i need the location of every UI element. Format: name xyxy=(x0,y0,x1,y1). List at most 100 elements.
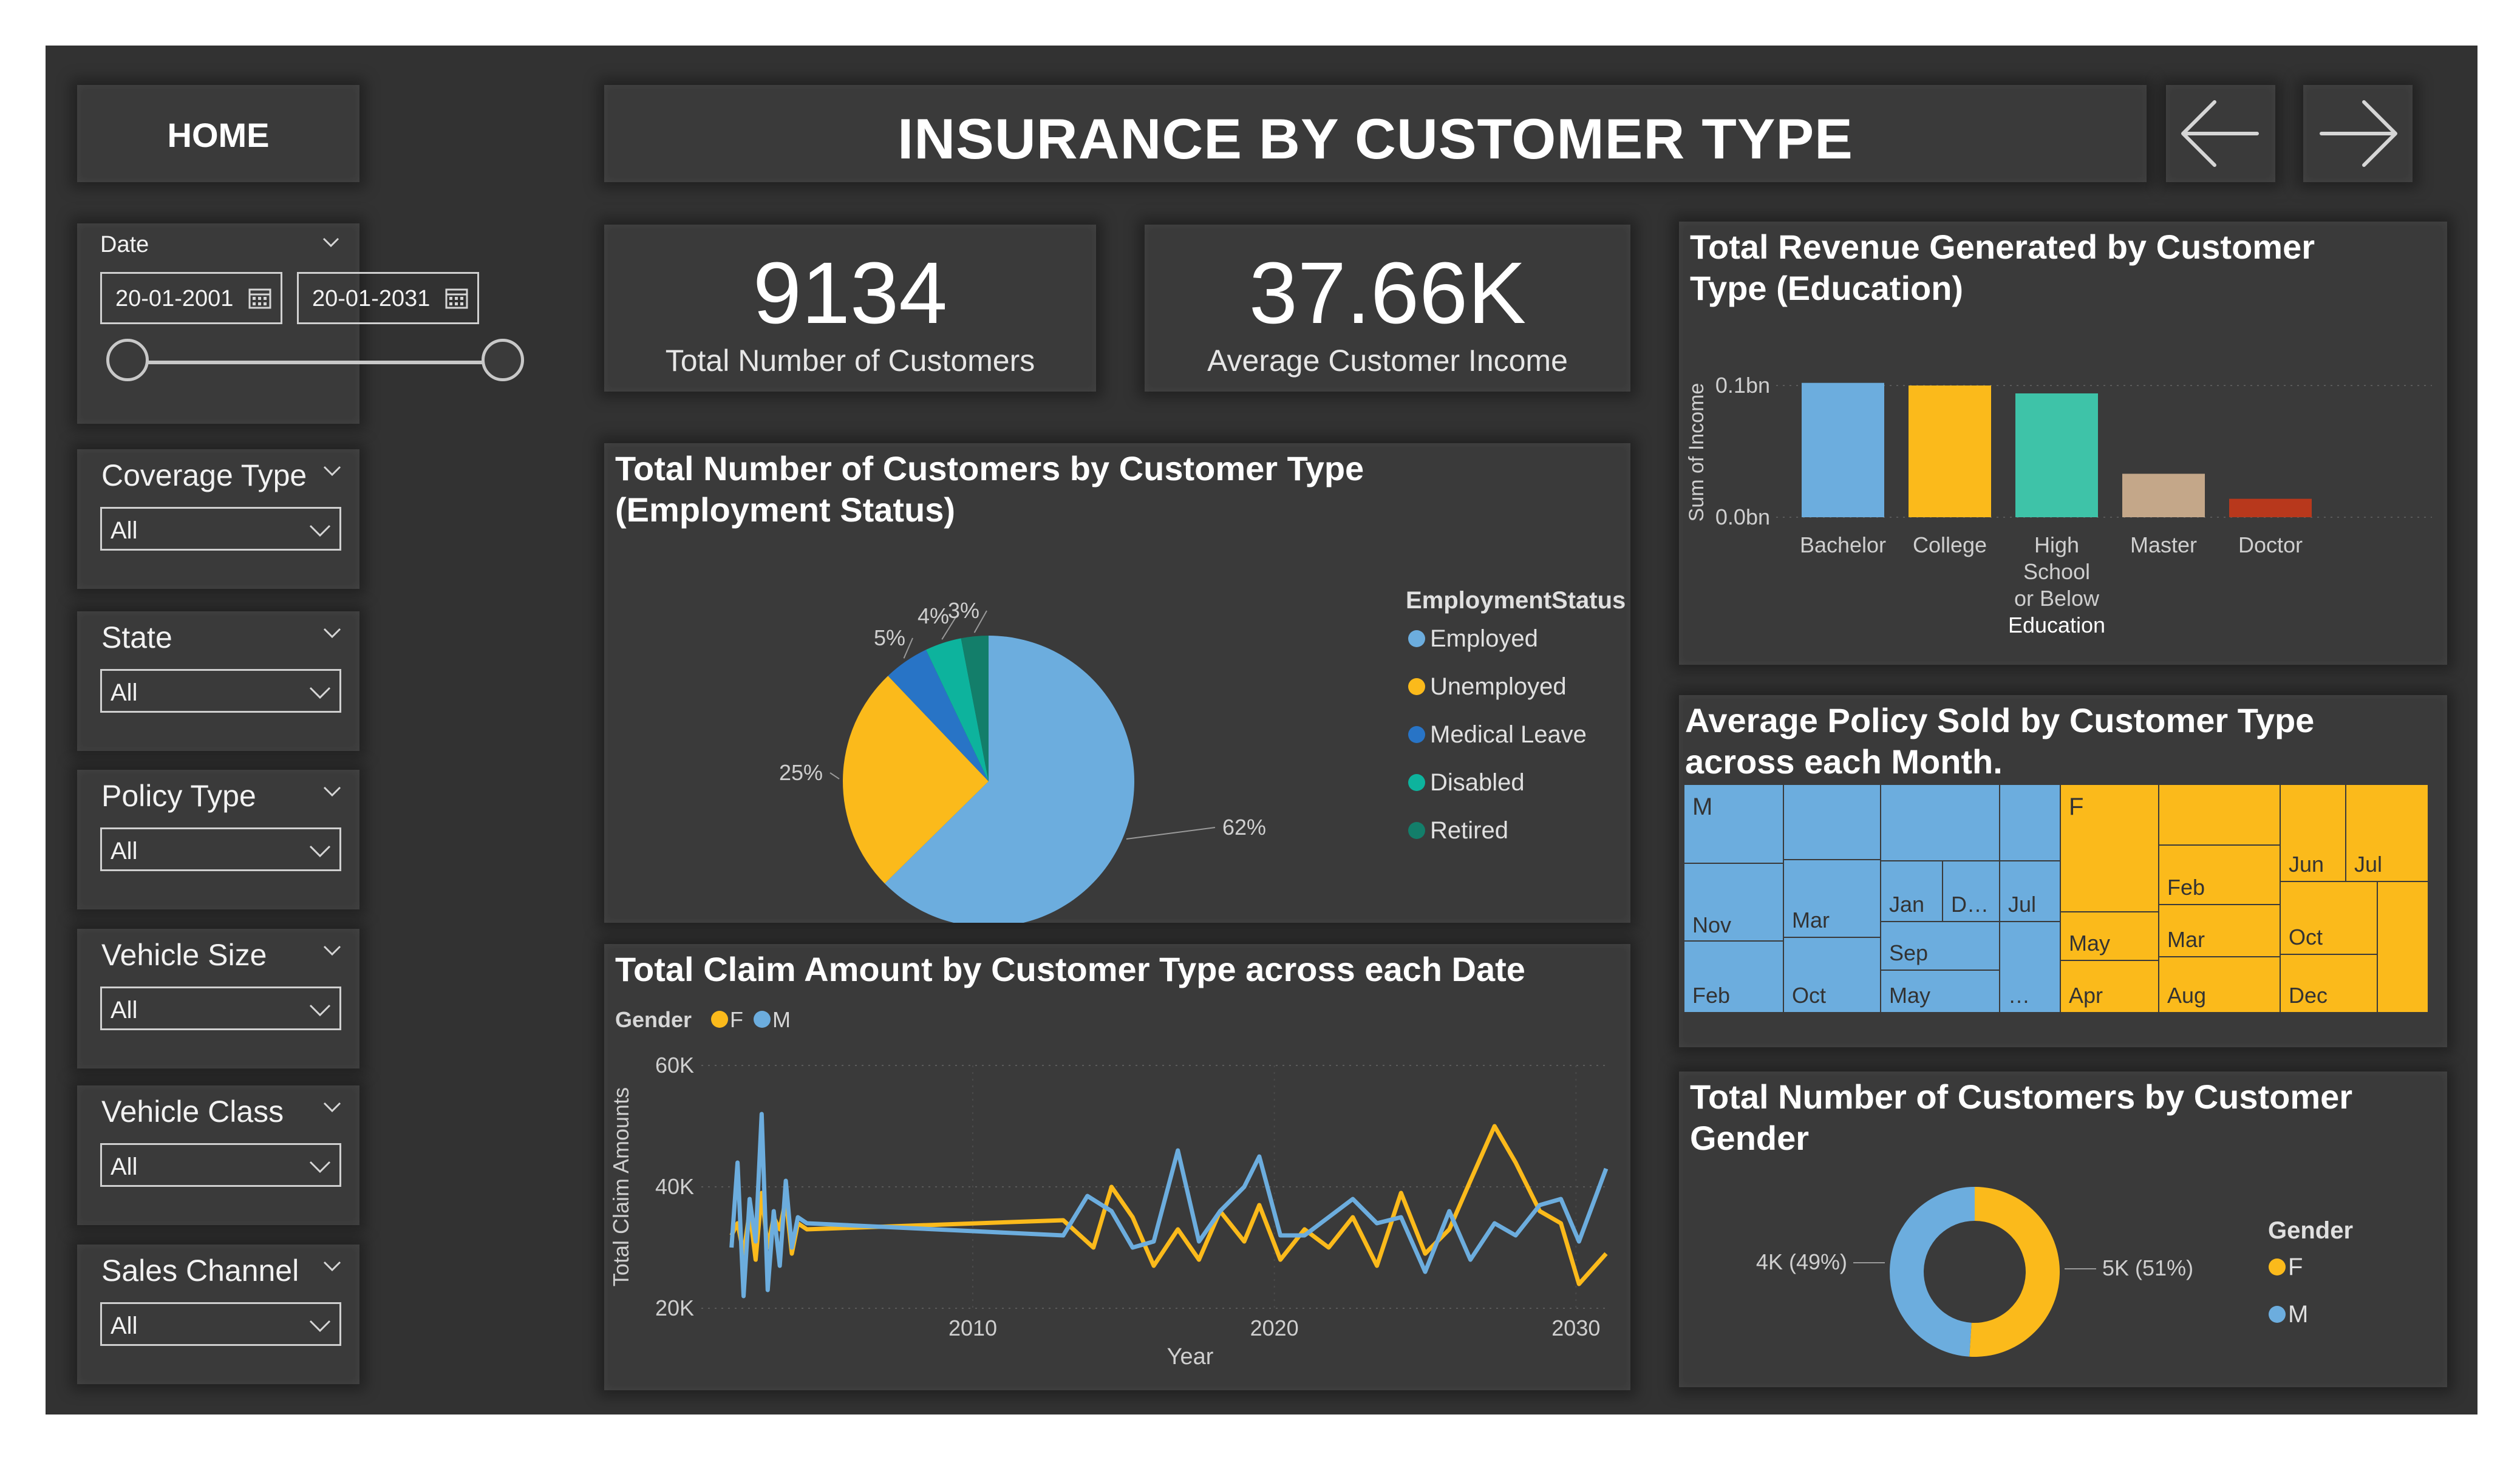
chevron-down-icon xyxy=(309,1161,331,1173)
arrow-right-icon xyxy=(2320,100,2397,167)
arrow-left-icon xyxy=(2181,100,2259,167)
legend-title: Gender xyxy=(615,1007,692,1032)
legend-item[interactable]: Unemployed xyxy=(1430,673,1567,700)
donut-slice-M[interactable] xyxy=(1889,1187,1975,1357)
date-slicer-label: Date xyxy=(100,232,149,257)
pie-leader-line xyxy=(1126,827,1216,840)
treemap-cell[interactable] xyxy=(1999,784,2061,861)
chevron-down-icon xyxy=(309,1320,331,1333)
home-button[interactable]: HOME xyxy=(77,85,359,182)
legend-title: Gender xyxy=(2268,1217,2353,1244)
slicer-dropdown[interactable]: All xyxy=(100,507,341,551)
treemap-cell-label: Jul xyxy=(2008,892,2036,917)
treemap-cell[interactable] xyxy=(1783,784,1881,860)
treemap-cell-label: Oct xyxy=(1792,983,1826,1008)
slicer-value: All xyxy=(111,679,138,706)
bar-master[interactable] xyxy=(2122,474,2205,517)
slicer-dropdown[interactable]: All xyxy=(100,827,341,871)
slicer-vehicle-size: Vehicle Size All xyxy=(77,929,359,1068)
treemap-cell[interactable] xyxy=(1880,784,2000,861)
kpi-total-customers: 9134 Total Number of Customers xyxy=(604,225,1096,392)
gender-donut-chart: 5K (51%) 4K (49%) Gender FM xyxy=(1756,1187,2353,1357)
treemap-cell-label: Feb xyxy=(2167,875,2205,900)
treemap-cell-label: Jul xyxy=(2354,852,2382,877)
pie-data-label: 62% xyxy=(1222,815,1266,840)
date-range-handle-end[interactable] xyxy=(482,339,524,381)
donut-slice-F[interactable] xyxy=(1969,1187,2060,1357)
employment-pie-panel: Total Number of Customers by Customer Ty… xyxy=(604,443,1630,923)
treemap-cell-label: Sep xyxy=(1889,940,1928,965)
slicer-label: Sales Channel xyxy=(101,1254,299,1288)
legend-item[interactable]: Retired xyxy=(1430,817,1508,844)
slicer-vehicle-class: Vehicle Class All xyxy=(77,1085,359,1225)
treemap-cell[interactable] xyxy=(2377,881,2429,1013)
x-tick-label: High xyxy=(2034,532,2079,557)
treemap-cell-label: Mar xyxy=(1792,908,1830,932)
bar-doctor[interactable] xyxy=(2229,498,2312,517)
policy-treemap-panel: Average Policy Sold by Customer Type acro… xyxy=(1679,695,2447,1047)
x-tick-label: 2020 xyxy=(1250,1316,1299,1340)
slicer-label: Vehicle Size xyxy=(101,938,267,972)
kpi-value: 9134 xyxy=(752,244,948,342)
slicer-value: All xyxy=(111,838,138,864)
slicer-dropdown[interactable]: All xyxy=(100,669,341,713)
y-axis-label: Sum of Income xyxy=(1685,383,1708,522)
chevron-down-icon[interactable] xyxy=(322,940,342,960)
bar-bachelor[interactable] xyxy=(1802,382,1884,517)
kpi-value: 37.66K xyxy=(1248,244,1527,342)
slicer-value: All xyxy=(111,1153,138,1180)
date-start-field[interactable]: 20-01-2001 xyxy=(100,272,282,324)
date-end-field[interactable]: 20-01-2031 xyxy=(297,272,479,324)
slicer-dropdown[interactable]: All xyxy=(100,1143,341,1187)
legend-item[interactable]: M xyxy=(772,1007,791,1032)
dashboard-canvas: HOME INSURANCE BY CUSTOMER TYPE Date 20-… xyxy=(46,46,2477,1415)
legend-marker xyxy=(2269,1306,2286,1323)
slicer-label: Coverage Type xyxy=(101,458,307,492)
slicer-label: State xyxy=(101,620,172,654)
legend-marker xyxy=(2269,1258,2286,1275)
chevron-down-icon[interactable] xyxy=(322,1096,342,1117)
legend-marker xyxy=(1408,630,1425,647)
forward-button[interactable] xyxy=(2303,85,2413,182)
slicer-coverage-type: Coverage Type All xyxy=(77,449,359,589)
back-button[interactable] xyxy=(2166,85,2275,182)
chevron-down-icon[interactable] xyxy=(322,781,342,801)
treemap-cell[interactable] xyxy=(2158,784,2281,846)
slicer-dropdown[interactable]: All xyxy=(100,987,341,1030)
date-start-value: 20-01-2001 xyxy=(115,286,234,311)
legend-item[interactable]: Employed xyxy=(1430,625,1538,652)
legend-item[interactable]: F xyxy=(730,1007,743,1032)
legend-item[interactable]: Medical Leave xyxy=(1430,721,1587,748)
education-bar-chart: 0.1bn 0.0bn Sum of Income Bachelor College Hi… xyxy=(1685,373,2432,637)
legend-item[interactable]: M xyxy=(2288,1301,2308,1328)
treemap-cell-label: Oct xyxy=(2289,925,2323,949)
chevron-down-icon[interactable] xyxy=(322,460,342,481)
treemap-cell-label: Mar xyxy=(2167,927,2205,952)
bar-college[interactable] xyxy=(1909,385,1991,517)
bar-high-school-or-below[interactable] xyxy=(2015,393,2098,517)
x-tick-label: 2030 xyxy=(1551,1316,1600,1340)
treemap-cell-label: Apr xyxy=(2069,983,2103,1008)
date-range-handle-start[interactable] xyxy=(106,339,149,381)
calendar-icon[interactable] xyxy=(248,286,272,310)
legend-item[interactable]: F xyxy=(2288,1254,2303,1280)
date-end-value: 20-01-2031 xyxy=(312,286,431,311)
donut-data-label: 5K (51%) xyxy=(2102,1255,2193,1280)
donut-data-label: 4K (49%) xyxy=(1756,1249,1847,1274)
chevron-down-icon xyxy=(309,687,331,699)
chevron-down-icon[interactable] xyxy=(321,232,341,253)
series-line-M[interactable] xyxy=(729,1112,1609,1299)
date-range-track xyxy=(126,361,502,364)
treemap-cell-label: … xyxy=(2008,983,2030,1008)
chevron-down-icon[interactable] xyxy=(322,1255,342,1276)
pie-data-label: 3% xyxy=(948,598,979,623)
calendar-icon[interactable] xyxy=(444,286,469,310)
pie-data-label: 5% xyxy=(874,625,905,650)
chevron-down-icon[interactable] xyxy=(322,622,342,643)
legend-item[interactable]: Disabled xyxy=(1430,769,1525,796)
page-title: INSURANCE BY CUSTOMER TYPE xyxy=(897,107,1853,171)
legend-marker xyxy=(754,1011,771,1028)
series-line-F[interactable] xyxy=(729,1124,1608,1286)
slicer-dropdown[interactable]: All xyxy=(100,1302,341,1346)
chevron-down-icon xyxy=(309,1004,331,1017)
